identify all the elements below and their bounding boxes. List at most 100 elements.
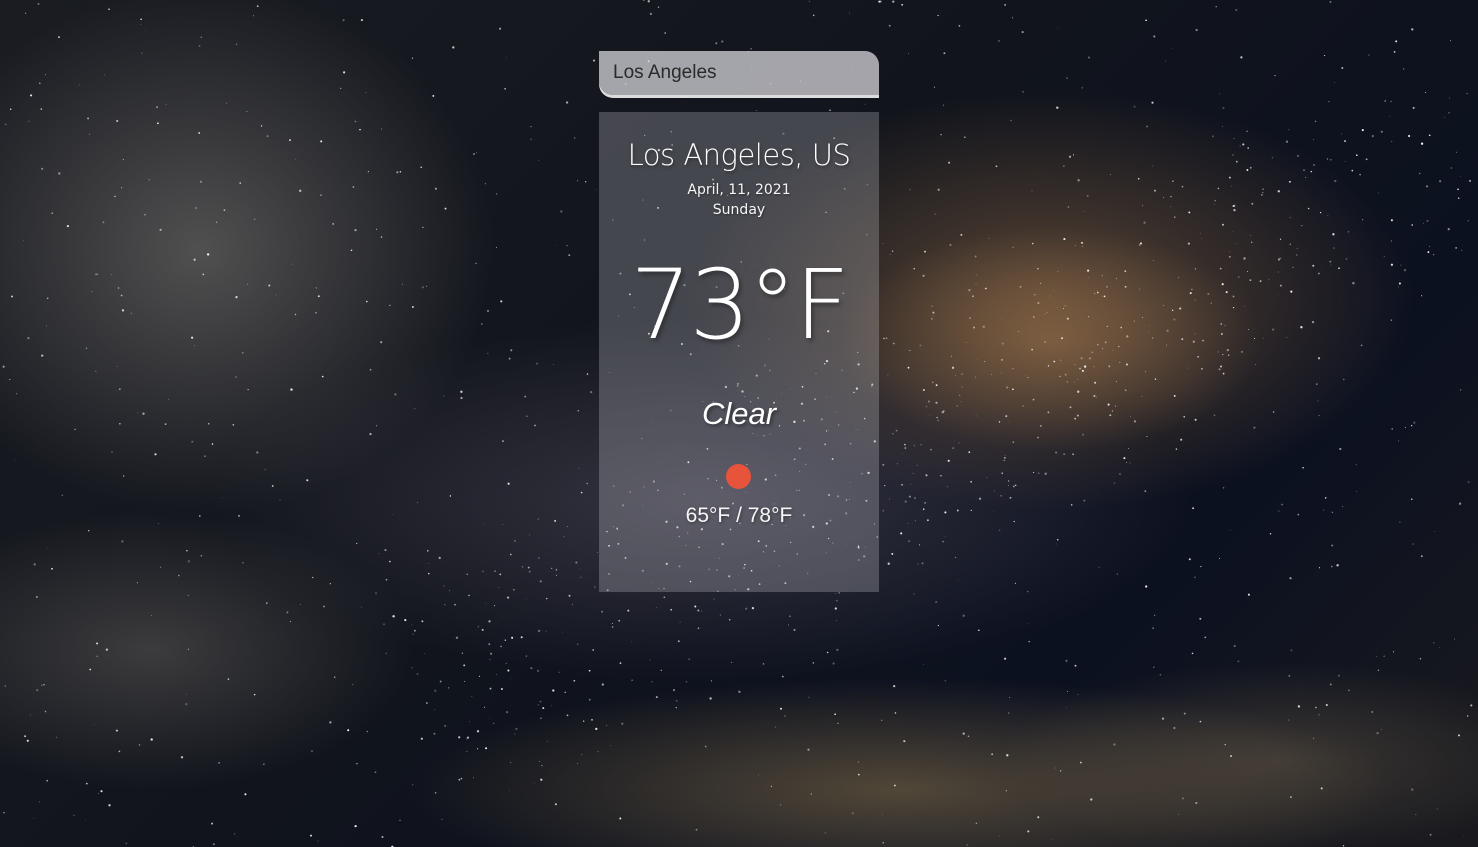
star [1154,378,1157,380]
star [528,570,531,573]
star [546,740,548,742]
star [340,87,342,89]
star [485,602,487,604]
star [1001,359,1003,361]
star [466,750,468,752]
star [254,218,256,220]
star [955,375,957,377]
star [493,722,495,724]
star [1285,140,1289,143]
star [552,689,555,692]
star [1316,383,1318,385]
star [1214,203,1215,205]
star [286,611,289,614]
star [1318,567,1321,569]
star [1343,140,1347,143]
star [864,103,866,105]
star [1281,503,1283,506]
star [1235,8,1238,12]
star [1027,590,1029,593]
star [39,801,40,803]
star [526,598,527,600]
search-box[interactable] [599,51,879,95]
star [1067,690,1069,692]
star [1277,190,1280,193]
star [565,101,569,104]
star [380,236,383,238]
star [499,573,502,576]
star [354,824,357,828]
star [160,566,162,568]
star [1191,652,1194,655]
star [974,255,977,258]
star [1426,185,1428,188]
star [1181,185,1184,188]
star [1391,140,1393,143]
star [1296,247,1298,249]
star [136,582,138,584]
star [55,736,57,738]
star [515,727,518,731]
star [1037,301,1040,305]
star [564,691,566,693]
star [1077,390,1080,393]
star [1220,365,1222,368]
star [1037,268,1039,270]
star [1436,808,1438,810]
search-input[interactable] [613,62,865,84]
star [891,552,894,555]
star [780,707,782,710]
star [1013,520,1015,523]
star [975,414,977,415]
date-block: April, 11, 2021 Sunday [599,180,879,220]
star [1126,461,1128,464]
star [1222,354,1224,356]
star [504,88,506,90]
star [973,326,975,329]
star [909,349,911,352]
star [958,25,961,27]
star [1173,726,1176,730]
star [836,648,839,652]
star [553,364,554,365]
star [930,448,932,451]
star [1390,100,1392,103]
star [443,395,445,397]
star [1213,414,1216,417]
star [1290,796,1292,798]
star [1195,28,1198,32]
star [933,86,936,88]
star [121,309,125,312]
star [186,550,188,552]
star [321,375,324,378]
star [907,523,909,525]
star [655,696,658,699]
star [1012,485,1015,488]
star [647,0,650,3]
star [1427,251,1430,254]
star [1330,565,1333,568]
star [829,109,831,111]
star [937,188,940,191]
star [1250,235,1251,236]
star [1253,337,1256,340]
star [578,468,580,470]
star [1398,440,1400,442]
star [1421,295,1423,297]
star [1411,28,1414,31]
star [194,345,195,347]
star [1109,414,1112,417]
star [299,189,302,192]
star [902,453,903,454]
star [595,188,597,190]
star [1233,645,1236,648]
star [573,679,576,682]
star [1113,482,1116,484]
star [1439,646,1441,649]
star [315,312,317,314]
star [374,771,377,774]
star [947,459,950,462]
star [1044,313,1046,315]
star [960,233,963,236]
star [969,317,971,319]
